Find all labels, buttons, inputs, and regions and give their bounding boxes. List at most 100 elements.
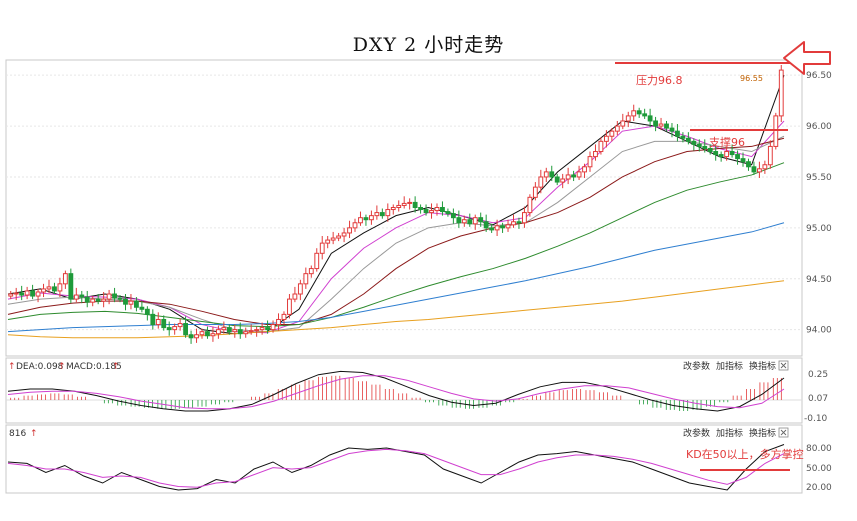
candle-body	[314, 252, 320, 270]
candle-body	[106, 293, 112, 300]
y-tick-label: 94.50	[806, 275, 832, 285]
candle-body	[319, 242, 325, 254]
candle-body	[396, 204, 402, 208]
candle-body	[614, 125, 620, 132]
candle-body	[532, 186, 538, 198]
candle-body	[363, 217, 369, 221]
candle-body	[374, 212, 380, 217]
candle-body	[429, 210, 434, 214]
macd-add-indicator-button[interactable]: 加指标	[716, 360, 743, 372]
macd-change-params-button[interactable]: 改参数	[683, 360, 710, 372]
kd-change-params-button[interactable]: 改参数	[683, 427, 710, 439]
y-tick-label: 95.00	[806, 224, 832, 234]
candle-body	[609, 130, 615, 137]
macd-close-icon[interactable]	[778, 360, 789, 371]
candle-body	[232, 329, 238, 333]
resistance-label: 压力96.8	[636, 74, 683, 87]
candle-body	[297, 283, 303, 295]
candle-body	[30, 290, 36, 297]
candle-body	[287, 298, 292, 315]
candle-body	[13, 292, 19, 295]
macd-up-arrow-icon-2: ↑	[58, 362, 66, 372]
candle-body	[511, 221, 516, 226]
candle-body	[46, 286, 52, 290]
macd-dea-label: DEA:0.098	[16, 362, 64, 372]
candle-body	[560, 178, 566, 183]
candle-body	[653, 120, 658, 127]
candle-body	[724, 151, 730, 158]
candle-body	[177, 323, 183, 328]
candle-body	[407, 201, 413, 204]
kd-note: KD在50以上，多方掌控	[686, 447, 804, 461]
kd-value-label: 816	[9, 429, 26, 439]
candle-body	[467, 219, 473, 225]
candle-body	[751, 166, 757, 173]
candle-body	[735, 154, 740, 160]
candle-body	[379, 212, 385, 217]
candle-body	[472, 217, 478, 225]
candle-body	[62, 273, 68, 285]
kd-add-indicator-button[interactable]: 加指标	[716, 427, 743, 439]
kd-up-arrow-icon: ↑	[30, 429, 38, 439]
candle-body	[549, 171, 555, 178]
candle-body	[418, 207, 424, 211]
support-label: 支撑96	[709, 135, 745, 149]
candle-body	[620, 120, 626, 127]
price-tag: 96.55	[740, 74, 763, 83]
candle-body	[248, 330, 254, 333]
candle-body	[450, 213, 456, 219]
macd-ytick-mid: 0.07	[808, 394, 828, 404]
candle-body	[303, 273, 309, 285]
kd-switch-indicator-button[interactable]: 换指标	[749, 427, 776, 439]
candle-body	[8, 293, 14, 297]
candle-body	[423, 209, 429, 214]
candle-body	[101, 298, 107, 302]
candle-body	[456, 217, 462, 224]
y-tick-label: 96.00	[806, 122, 832, 132]
candle-body	[347, 227, 352, 234]
candle-body	[543, 171, 549, 178]
candle-body	[292, 293, 298, 300]
candle-body	[226, 327, 232, 333]
candle-body	[84, 296, 90, 303]
candle-body	[762, 164, 768, 170]
kd-close-icon[interactable]	[778, 427, 789, 438]
macd-switch-indicator-button[interactable]: 换指标	[749, 360, 776, 372]
candle-body	[330, 237, 336, 241]
candle-body	[565, 174, 571, 180]
candle-body	[598, 140, 604, 153]
candle-body	[117, 297, 123, 300]
kd-panel: 816 ↑ 改参数 加指标 换指标 KD在50以上，多方掌控 80.00 50.…	[5, 424, 832, 494]
candle-body	[144, 308, 150, 315]
candle-body	[336, 235, 342, 239]
candle-body	[390, 207, 396, 211]
candle-body	[368, 215, 374, 221]
candle-body	[713, 151, 719, 156]
candle-body	[205, 331, 210, 337]
macd-ytick-bottom: -0.10	[804, 414, 828, 424]
candle-body	[199, 331, 205, 336]
candle-body	[215, 329, 221, 335]
candle-body	[631, 110, 637, 117]
main-y-ticks: 94.00 94.50 95.00 95.50 96.00 96.50	[806, 71, 832, 335]
candle-body	[358, 217, 363, 224]
candle-body	[461, 219, 467, 224]
stock-chart: 94.00 94.50 95.00 95.50 96.00 96.50 压力96.8 支撑…	[5, 41, 832, 494]
candle-body	[664, 123, 669, 129]
candle-body	[210, 333, 216, 337]
macd-panel: ↑ DEA:0.098 ↑ MACD:0.185 ↑ 改参数 加指标 换指标 0…	[5, 357, 828, 424]
candle-body	[554, 176, 560, 183]
candle-body	[265, 327, 270, 331]
candle-body	[155, 318, 161, 326]
candle-body	[527, 196, 533, 214]
candle-body	[150, 313, 156, 326]
candle-body	[401, 202, 407, 206]
candle-body	[767, 145, 773, 166]
candle-body	[276, 318, 281, 326]
candle-body	[718, 154, 724, 158]
candle-body	[308, 268, 314, 275]
candle-body	[445, 211, 451, 215]
candle-body	[79, 294, 85, 298]
candle-body	[57, 283, 63, 292]
candle-body	[243, 331, 249, 335]
